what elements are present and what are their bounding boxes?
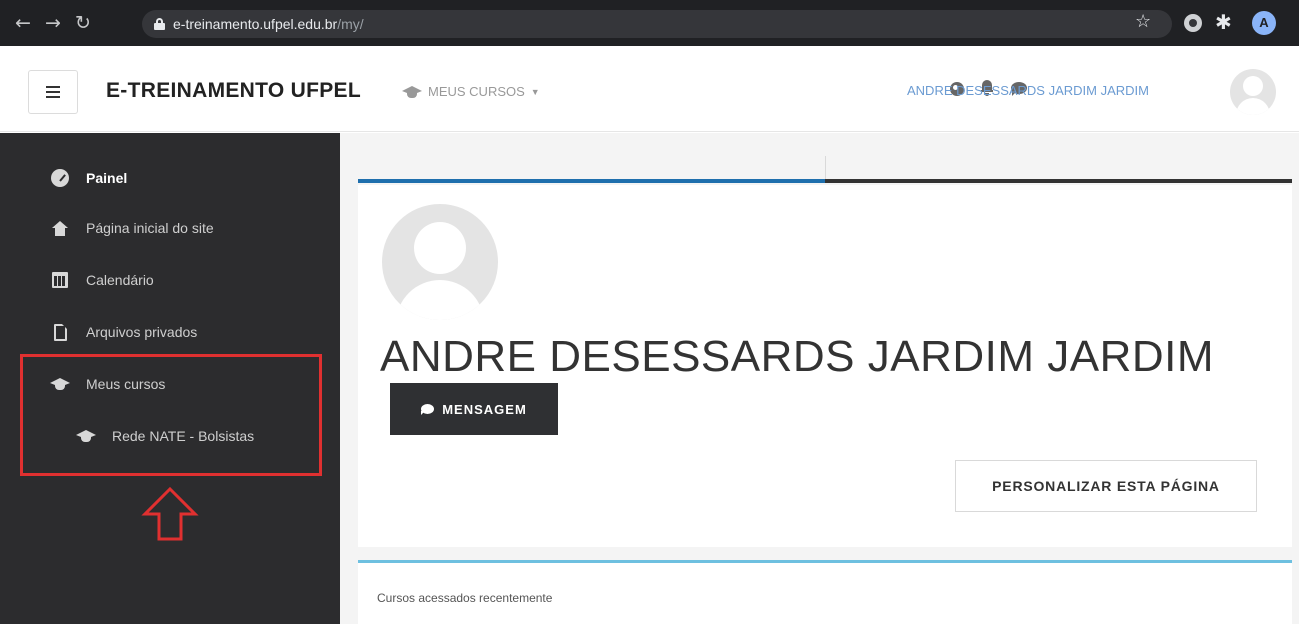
sidebar-item-label: Página inicial do site xyxy=(86,220,214,236)
chat-bubble-icon xyxy=(421,404,435,415)
back-icon[interactable]: ← xyxy=(8,12,38,34)
site-name[interactable]: E-TREINAMENTO UFPEL xyxy=(106,79,361,103)
sidebar-item-painel[interactable]: Painel xyxy=(50,166,128,190)
user-avatar[interactable] xyxy=(1230,69,1276,115)
url-path: /my/ xyxy=(337,16,364,32)
tab-divider xyxy=(825,156,826,180)
recent-courses-block: Cursos acessados recentemente xyxy=(358,560,1292,624)
dashboard-icon xyxy=(50,168,70,188)
tab-inactive-underline[interactable] xyxy=(825,179,1292,183)
recent-courses-title: Cursos acessados recentemente xyxy=(377,591,553,605)
home-icon xyxy=(50,218,70,238)
extension-icon[interactable] xyxy=(1184,14,1202,32)
forward-icon[interactable]: → xyxy=(38,12,68,34)
tab-bar xyxy=(358,156,1292,183)
sidebar-item-site-home[interactable]: Página inicial do site xyxy=(52,216,214,240)
file-icon xyxy=(50,322,70,342)
nav-drawer: Painel Página inicial do site Calendário… xyxy=(0,133,340,624)
calendar-icon xyxy=(50,270,70,290)
sidebar-item-label: Painel xyxy=(86,170,128,186)
browser-toolbar: ← → ↻ e-treinamento.ufpel.edu.br/my/ ☆ ✱… xyxy=(0,0,1299,46)
user-menu-name[interactable]: ANDRE DESESSARDS JARDIM JARDIM xyxy=(907,83,1149,98)
sidebar-item-private-files[interactable]: Arquivos privados xyxy=(52,320,197,344)
site-navbar: E-TREINAMENTO UFPEL MEUS CURSOS ▼ ANDRE … xyxy=(0,46,1299,132)
customize-page-button[interactable]: PERSONALIZAR ESTA PÁGINA xyxy=(955,460,1257,512)
lock-icon xyxy=(154,18,165,30)
sidebar-item-label: Calendário xyxy=(86,272,154,288)
drawer-toggle-button[interactable] xyxy=(28,70,78,114)
url-host: e-treinamento.ufpel.edu.br xyxy=(173,16,338,32)
puzzle-extensions-icon[interactable]: ✱ xyxy=(1215,10,1232,34)
annotation-up-arrow-icon xyxy=(141,486,199,541)
message-button[interactable]: MENSAGEM xyxy=(390,383,558,435)
browser-profile-avatar[interactable]: A xyxy=(1252,11,1276,35)
profile-name: ANDRE DESESSARDS JARDIM JARDIM xyxy=(380,332,1215,381)
graduation-cap-icon xyxy=(402,85,422,98)
annotation-highlight-box xyxy=(20,354,322,476)
tab-active-underline[interactable] xyxy=(358,179,825,183)
my-courses-label: MEUS CURSOS xyxy=(428,84,525,99)
message-button-label: MENSAGEM xyxy=(442,401,527,417)
bookmark-star-icon[interactable]: ☆ xyxy=(1135,11,1151,32)
profile-avatar xyxy=(382,204,498,320)
caret-down-icon: ▼ xyxy=(530,86,540,97)
main-region: ANDRE DESESSARDS JARDIM JARDIM MENSAGEM … xyxy=(340,133,1299,624)
address-bar[interactable]: e-treinamento.ufpel.edu.br/my/ xyxy=(142,10,1172,38)
my-courses-menu[interactable]: MEUS CURSOS ▼ xyxy=(402,84,540,99)
reload-icon[interactable]: ↻ xyxy=(68,12,98,34)
sidebar-item-label: Arquivos privados xyxy=(86,324,198,340)
sidebar-item-calendar[interactable]: Calendário xyxy=(52,268,154,292)
profile-header-card: ANDRE DESESSARDS JARDIM JARDIM MENSAGEM … xyxy=(358,185,1292,547)
